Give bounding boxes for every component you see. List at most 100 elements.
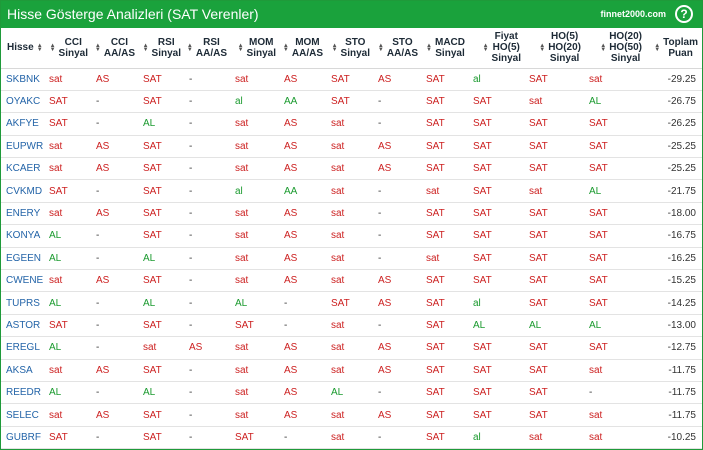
sort-icon[interactable]: ▲ ▼ — [95, 43, 101, 53]
signal-cell: SAT — [426, 275, 445, 287]
signal-cell: SAT — [589, 275, 608, 287]
sort-down-icon[interactable]: ▼ — [426, 47, 432, 53]
signal-cell: AS — [284, 208, 298, 220]
sort-down-icon[interactable]: ▼ — [143, 47, 149, 53]
stock-code-link[interactable]: CWENE — [1, 270, 45, 292]
signal-cell: sat — [426, 252, 440, 264]
sort-icon[interactable]: ▲ ▼ — [654, 43, 660, 53]
column-header-label: Fiyat HO(5) Sinyal — [492, 31, 521, 64]
signal-cell: - — [189, 319, 193, 331]
column-header[interactable]: ▲ ▼ HO(5) HO(20) Sinyal — [525, 28, 585, 69]
signal-cell: AS — [96, 163, 110, 175]
signal-cell: sat — [331, 118, 345, 130]
signal-cell: sat — [49, 140, 63, 152]
sort-icon[interactable]: ▲ ▼ — [539, 43, 545, 53]
stock-code-link[interactable]: SKBNK — [1, 68, 45, 90]
stock-code-link[interactable]: AKFYE — [1, 113, 45, 135]
stock-code-link[interactable]: GUBRF — [1, 426, 45, 448]
sort-down-icon[interactable]: ▼ — [283, 47, 289, 53]
column-header[interactable]: ▲ ▼ STO AA/AS — [374, 28, 422, 69]
table-row: EUPWR sat AS SAT - sat AS sat AS SAT SAT SAT SAT -25.… — [1, 135, 702, 158]
signal-cell: SAT — [331, 96, 350, 108]
signal-cell: - — [378, 252, 382, 264]
sort-down-icon[interactable]: ▼ — [539, 47, 545, 53]
stock-code-link[interactable]: CVKMD — [1, 180, 45, 202]
column-header-content: ▲ ▼ HO(20) HO(50) Sinyal — [600, 31, 642, 64]
sort-icon[interactable]: ▲ ▼ — [378, 43, 384, 53]
column-header[interactable]: ▲ ▼ MACD Sinyal — [422, 28, 469, 69]
stock-code-link[interactable]: EUPWR — [1, 135, 45, 157]
stock-code-link[interactable]: TUPRS — [1, 292, 45, 314]
help-icon[interactable]: ? — [675, 5, 693, 23]
signal-cell: SAT — [143, 275, 162, 287]
column-header-content: ▲ ▼ CCI Sinyal — [50, 37, 88, 59]
sort-icon[interactable]: ▲ ▼ — [283, 43, 289, 53]
sort-down-icon[interactable]: ▼ — [95, 47, 101, 53]
stock-code-link[interactable]: REEDR — [1, 381, 45, 403]
sort-down-icon[interactable]: ▼ — [187, 47, 193, 53]
sort-icon[interactable]: ▲ ▼ — [332, 43, 338, 53]
signal-cell: sat — [331, 252, 345, 264]
signal-cell: AS — [284, 118, 298, 130]
signal-cell: SAT — [589, 297, 608, 309]
stock-code-link[interactable]: OYAKC — [1, 90, 45, 112]
sort-down-icon[interactable]: ▼ — [483, 47, 489, 53]
sort-down-icon[interactable]: ▼ — [238, 47, 244, 53]
sort-icon[interactable]: ▲ ▼ — [187, 43, 193, 53]
column-header-line: AA/AS — [291, 47, 323, 59]
total-score: -25.25 — [667, 140, 696, 152]
sort-icon[interactable]: ▲ ▼ — [483, 43, 489, 53]
signal-cell: sat — [235, 364, 249, 376]
column-header-line: Sinyal — [435, 47, 465, 59]
signal-cell: SAT — [49, 431, 68, 443]
signal-cell: SAT — [143, 163, 162, 175]
column-header[interactable]: ▲ ▼ RSI AA/AS — [185, 28, 231, 69]
sort-down-icon[interactable]: ▼ — [37, 47, 43, 53]
sort-icon[interactable]: ▲ ▼ — [600, 43, 606, 53]
column-header-content: Hisse ▲ ▼ — [7, 42, 43, 53]
signal-cell: sat — [235, 140, 249, 152]
column-header[interactable]: ▲ ▼ MOM Sinyal — [231, 28, 280, 69]
column-header[interactable]: ▲ ▼ MOM AA/AS — [280, 28, 327, 69]
signal-cell: AL — [49, 387, 62, 399]
stock-code-link[interactable]: AKSA — [1, 359, 45, 381]
site-logo[interactable]: finnet2000.com — [600, 9, 666, 19]
column-header-label: HO(20) HO(50) Sinyal — [609, 31, 642, 64]
sort-down-icon[interactable]: ▼ — [654, 47, 660, 53]
column-header[interactable]: ▲ ▼ CCI AA/AS — [92, 28, 139, 69]
signal-cell: SAT — [49, 319, 68, 331]
stock-code-link[interactable]: EGEEN — [1, 247, 45, 269]
column-header[interactable]: ▲ ▼ Toplam Puan — [646, 28, 702, 69]
signal-cell: AS — [284, 163, 298, 175]
sort-icon[interactable]: ▲ ▼ — [37, 43, 43, 53]
signal-cell: AS — [284, 230, 298, 242]
signal-cell: SAT — [426, 319, 445, 331]
sort-down-icon[interactable]: ▼ — [378, 47, 384, 53]
signal-cell: - — [189, 230, 193, 242]
sort-icon[interactable]: ▲ ▼ — [238, 43, 244, 53]
stock-code-link[interactable]: EREGL — [1, 337, 45, 359]
stock-code-link[interactable]: ASTOR — [1, 314, 45, 336]
sort-down-icon[interactable]: ▼ — [332, 47, 338, 53]
stock-code-link[interactable]: ENERY — [1, 202, 45, 224]
sort-icon[interactable]: ▲ ▼ — [143, 43, 149, 53]
column-header[interactable]: ▲ ▼ RSI Sinyal — [139, 28, 185, 69]
sort-icon[interactable]: ▲ ▼ — [50, 43, 56, 53]
sort-down-icon[interactable]: ▼ — [50, 47, 56, 53]
stock-code-link[interactable]: KONYA — [1, 225, 45, 247]
column-header-line: Sinyal — [340, 47, 370, 59]
column-header[interactable]: ▲ ▼ STO Sinyal — [327, 28, 374, 69]
column-header[interactable]: ▲ ▼ Fiyat HO(5) Sinyal — [469, 28, 525, 69]
column-header-content: ▲ ▼ MOM AA/AS — [283, 37, 323, 59]
column-header[interactable]: ▲ ▼ CCI Sinyal — [45, 28, 92, 69]
sort-icon[interactable]: ▲ ▼ — [426, 43, 432, 53]
column-header[interactable]: ▲ ▼ HO(20) HO(50) Sinyal — [585, 28, 646, 69]
signal-cell: AS — [378, 297, 392, 309]
signal-cell: sat — [589, 431, 603, 443]
column-header[interactable]: Hisse ▲ ▼ — [1, 28, 45, 69]
signal-cell: sat — [529, 431, 543, 443]
stock-code-link[interactable]: KCAER — [1, 158, 45, 180]
stock-code-link[interactable]: SELEC — [1, 404, 45, 426]
sort-down-icon[interactable]: ▼ — [600, 47, 606, 53]
indicator-panel: Hisse Gösterge Analizleri (SAT Verenler)… — [0, 0, 703, 450]
